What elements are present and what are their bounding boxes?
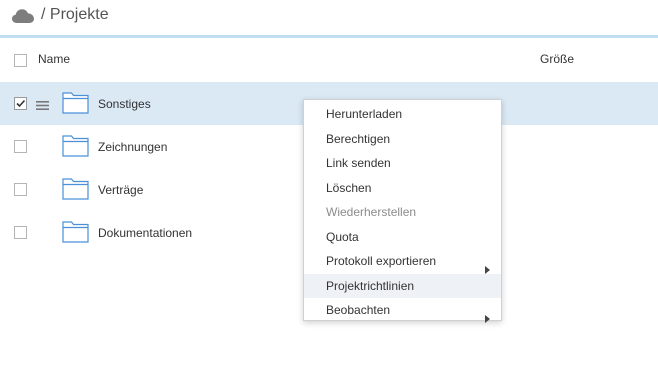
menu-item-label: Link senden	[326, 156, 391, 170]
table-header: Name Größe	[0, 38, 658, 83]
row-name[interactable]: Zeichnungen	[98, 140, 167, 154]
menu-item-label: Protokoll exportieren	[326, 254, 437, 268]
menu-item-quota[interactable]: Quota	[304, 225, 501, 250]
menu-item-label: Projektrichtlinien	[326, 278, 415, 293]
folder-icon	[62, 133, 89, 162]
context-menu: Herunterladen Berechtigen Link senden Lö…	[303, 99, 502, 323]
menu-item-beobachten[interactable]: Beobachten	[304, 298, 501, 323]
column-header-size[interactable]: Größe	[540, 52, 574, 66]
select-all-checkbox[interactable]	[14, 54, 27, 67]
row-name[interactable]: Sonstiges	[98, 97, 151, 111]
menu-item-protokoll-exportieren[interactable]: Protokoll exportieren	[304, 249, 501, 274]
row-checkbox[interactable]	[14, 97, 27, 110]
checkmark-icon	[16, 99, 26, 108]
folder-icon	[62, 219, 89, 248]
menu-item-label: Quota	[326, 229, 359, 244]
caret-right-icon	[485, 307, 490, 332]
breadcrumb-path[interactable]: / Projekte	[41, 6, 109, 24]
menu-item-label: Löschen	[326, 180, 372, 195]
menu-item-label: Herunterladen	[326, 107, 403, 121]
row-checkbox[interactable]	[14, 183, 27, 196]
menu-item-projektrichtlinien[interactable]: Projektrichtlinien	[304, 273, 501, 298]
breadcrumb-bar: / Projekte	[0, 0, 658, 35]
menu-item-link-senden[interactable]: Link senden	[304, 151, 501, 176]
menu-item-label: Beobachten	[326, 303, 391, 317]
folder-icon	[62, 176, 89, 205]
row-checkbox[interactable]	[14, 226, 27, 239]
row-checkbox[interactable]	[14, 140, 27, 153]
row-name[interactable]: Verträge	[98, 183, 143, 197]
cloud-icon[interactable]	[11, 8, 35, 29]
row-name[interactable]: Dokumentationen	[98, 226, 192, 240]
menu-item-herunterladen[interactable]: Herunterladen	[304, 102, 501, 127]
column-header-name[interactable]: Name	[38, 52, 70, 66]
menu-item-berechtigen[interactable]: Berechtigen	[304, 127, 501, 152]
menu-item-wiederherstellen: Wiederherstellen	[304, 200, 501, 225]
menu-item-loeschen[interactable]: Löschen	[304, 176, 501, 201]
folder-icon	[62, 90, 89, 119]
menu-item-label: Berechtigen	[326, 131, 391, 146]
menu-item-label: Wiederherstellen	[326, 205, 417, 219]
hamburger-icon[interactable]	[36, 98, 49, 116]
